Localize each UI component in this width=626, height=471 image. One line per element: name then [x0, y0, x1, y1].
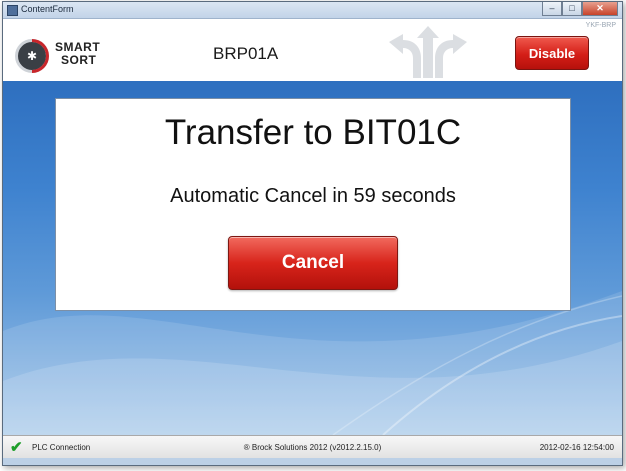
window-controls: – □ ✕	[542, 2, 618, 16]
app-window: ContentForm – □ ✕ ✱ SMART SORT BRP01A YK…	[2, 1, 623, 466]
transfer-dialog: Transfer to BIT01C Automatic Cancel in 5…	[55, 98, 571, 311]
dialog-title: Transfer to BIT01C	[164, 113, 462, 152]
datetime-display: 2012-02-16 12:54:00	[539, 443, 614, 452]
status-bar: ✔ PLC Connection ® Brock Solutions 2012 …	[3, 435, 622, 458]
title-bar[interactable]: ContentForm – □ ✕	[3, 2, 622, 19]
main-content: Transfer to BIT01C Automatic Cancel in 5…	[3, 81, 622, 435]
window-title: ContentForm	[21, 4, 74, 14]
header-bar: ✱ SMART SORT BRP01A YKF-BRP Disable	[3, 19, 622, 81]
version-tag: YKF-BRP	[585, 22, 616, 29]
logo-line2: SORT	[61, 53, 97, 67]
auto-cancel-countdown: Automatic Cancel in 59 seconds	[170, 185, 456, 207]
smart-sort-logo-icon: ✱	[15, 39, 49, 73]
logo-text: SMART SORT	[55, 41, 100, 67]
maximize-button[interactable]: □	[562, 2, 582, 16]
direction-arrows-icon	[389, 26, 467, 78]
close-button[interactable]: ✕	[582, 2, 618, 16]
minimize-button[interactable]: –	[542, 2, 562, 16]
station-id: BRP01A	[213, 44, 279, 63]
copyright-text: ® Brock Solutions 2012 (v2012.2.15.0)	[243, 443, 382, 452]
form-icon	[7, 5, 18, 16]
disable-button[interactable]: Disable	[515, 36, 589, 70]
logo-line1: SMART	[55, 40, 101, 54]
cancel-button[interactable]: Cancel	[228, 236, 398, 290]
